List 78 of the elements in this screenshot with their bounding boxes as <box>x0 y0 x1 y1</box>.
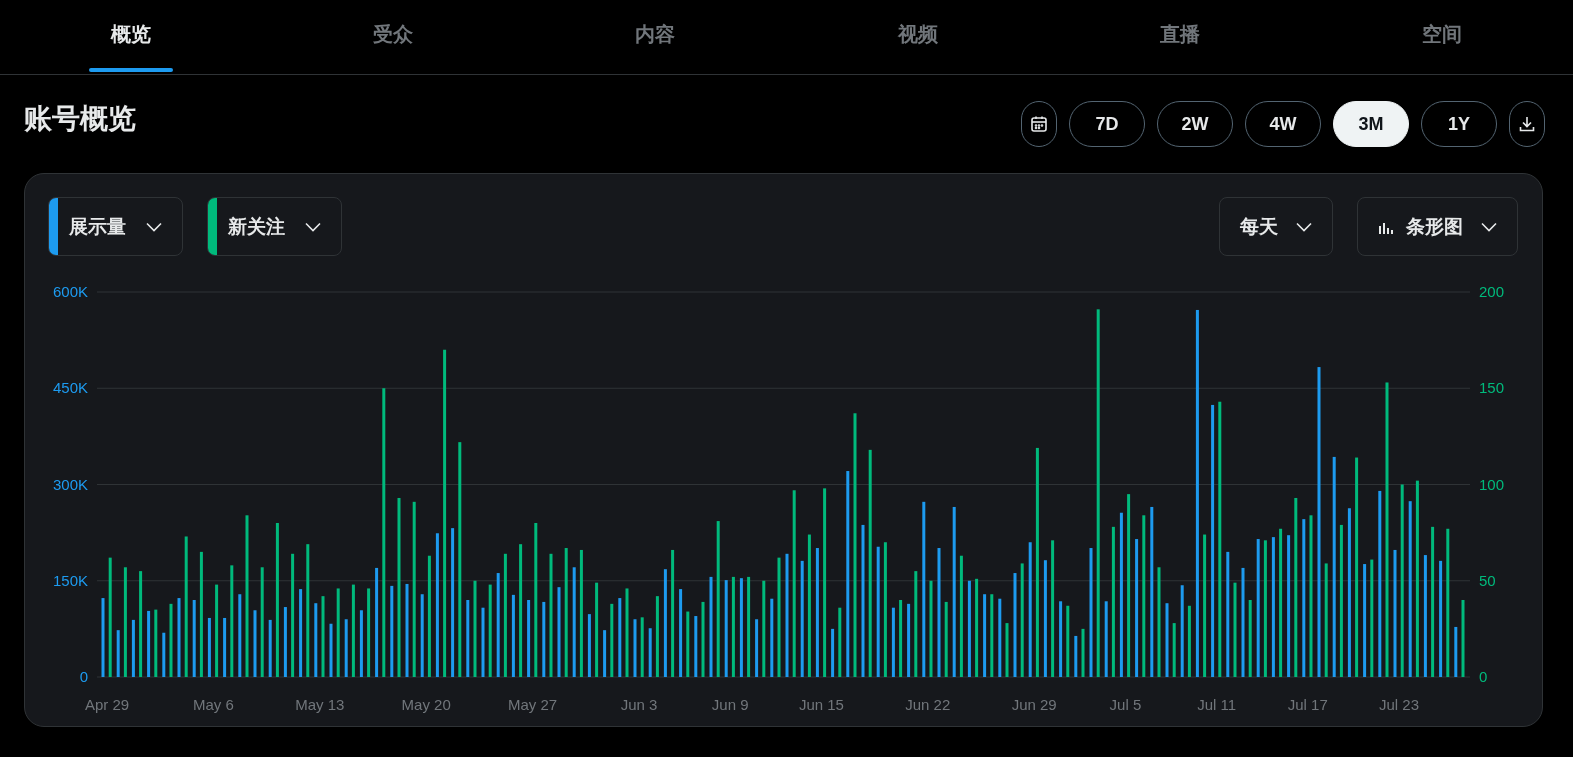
axis-label: Jul 17 <box>1287 696 1328 713</box>
axis-label: 0 <box>79 668 88 685</box>
axis-label: May 27 <box>508 696 558 713</box>
axis-label: 150K <box>52 571 88 589</box>
chart-bar <box>154 609 158 677</box>
chart-bar <box>131 619 135 677</box>
axis-label: 0 <box>1479 668 1488 685</box>
nav-tab[interactable]: 内容 <box>524 0 787 74</box>
chart-bar <box>1454 626 1458 677</box>
chart-bar <box>162 632 166 677</box>
axis-label: Jul 11 <box>1197 696 1237 713</box>
chart-bar <box>587 614 591 677</box>
interval-dropdown[interactable]: 每天 <box>1219 197 1333 256</box>
axis-label: 450K <box>52 379 88 397</box>
chart-bar <box>207 617 211 677</box>
range-button[interactable]: 7D <box>1069 101 1145 147</box>
chevron-down-icon <box>1481 221 1497 232</box>
axis-label: Apr 29 <box>84 696 130 713</box>
axis-label: Jun 9 <box>711 696 749 713</box>
chart-bar <box>359 610 363 677</box>
chevron-down-icon <box>1296 221 1312 232</box>
axis-label: 100 <box>1479 475 1505 493</box>
axis-label: Jun 3 <box>620 696 658 713</box>
axis-label: Jul 23 <box>1379 696 1419 713</box>
nav-tab[interactable]: 概览 <box>0 0 263 74</box>
chart-bar <box>1187 605 1191 677</box>
chart-bar <box>640 617 644 677</box>
chart-bar <box>147 610 151 677</box>
axis-label: May 13 <box>295 696 345 713</box>
chart-bar <box>253 610 257 677</box>
chart-type-dropdown[interactable]: 条形图 <box>1357 197 1518 256</box>
chart-bar <box>831 628 835 677</box>
chart-bar <box>1074 635 1078 677</box>
nav-tab[interactable]: 空间 <box>1310 0 1573 74</box>
axis-label: Jun 15 <box>798 696 844 713</box>
nav-tab[interactable]: 直播 <box>1048 0 1311 74</box>
axis-label: 300K <box>52 475 88 493</box>
nav-tab[interactable]: 视频 <box>786 0 1049 74</box>
axis-label: 50 <box>1479 571 1496 589</box>
chart-bar <box>268 619 272 677</box>
metric-dropdown[interactable]: 新关注 <box>207 197 342 256</box>
chart-bar <box>633 619 637 677</box>
axis-label: May 6 <box>192 696 234 713</box>
range-button[interactable]: 4W <box>1245 101 1321 147</box>
chart-bar <box>891 607 895 677</box>
axis-label: May 20 <box>401 696 451 713</box>
chart-bar <box>755 619 759 677</box>
axis-label: 200 <box>1479 283 1505 300</box>
chevron-down-icon <box>146 221 162 232</box>
chart-bar <box>1005 623 1009 677</box>
chart-bar <box>694 616 698 677</box>
range-button[interactable]: 3M <box>1333 101 1409 147</box>
chart-bar <box>283 607 287 677</box>
axis-label: 150 <box>1479 379 1505 397</box>
metric-dropdown[interactable]: 展示量 <box>48 197 183 256</box>
download-icon[interactable] <box>1509 101 1545 147</box>
axis-label: Jun 29 <box>1011 696 1057 713</box>
chart-bar <box>648 628 652 677</box>
axis-label: 600K <box>52 283 88 300</box>
chart-bar <box>481 607 485 677</box>
range-button[interactable]: 2W <box>1157 101 1233 147</box>
chart-bar <box>838 607 842 677</box>
chart-bar <box>686 611 690 677</box>
chart-bar <box>1066 605 1070 677</box>
chart-bar <box>1172 623 1176 677</box>
chart-bar <box>116 630 120 677</box>
range-button[interactable]: 1Y <box>1421 101 1497 147</box>
chart-bar <box>344 619 348 677</box>
chart-bar <box>1081 628 1085 677</box>
chart-bar <box>603 630 607 677</box>
axis-label: Jul 5 <box>1109 696 1142 713</box>
axis-label: Jun 22 <box>905 696 951 713</box>
chart-bar <box>329 623 333 677</box>
nav-tab[interactable]: 受众 <box>262 0 525 74</box>
chart-bar <box>223 617 227 677</box>
calendar-icon[interactable] <box>1021 101 1057 147</box>
page-title: 账号概览 <box>24 102 136 136</box>
chevron-down-icon <box>305 221 321 232</box>
